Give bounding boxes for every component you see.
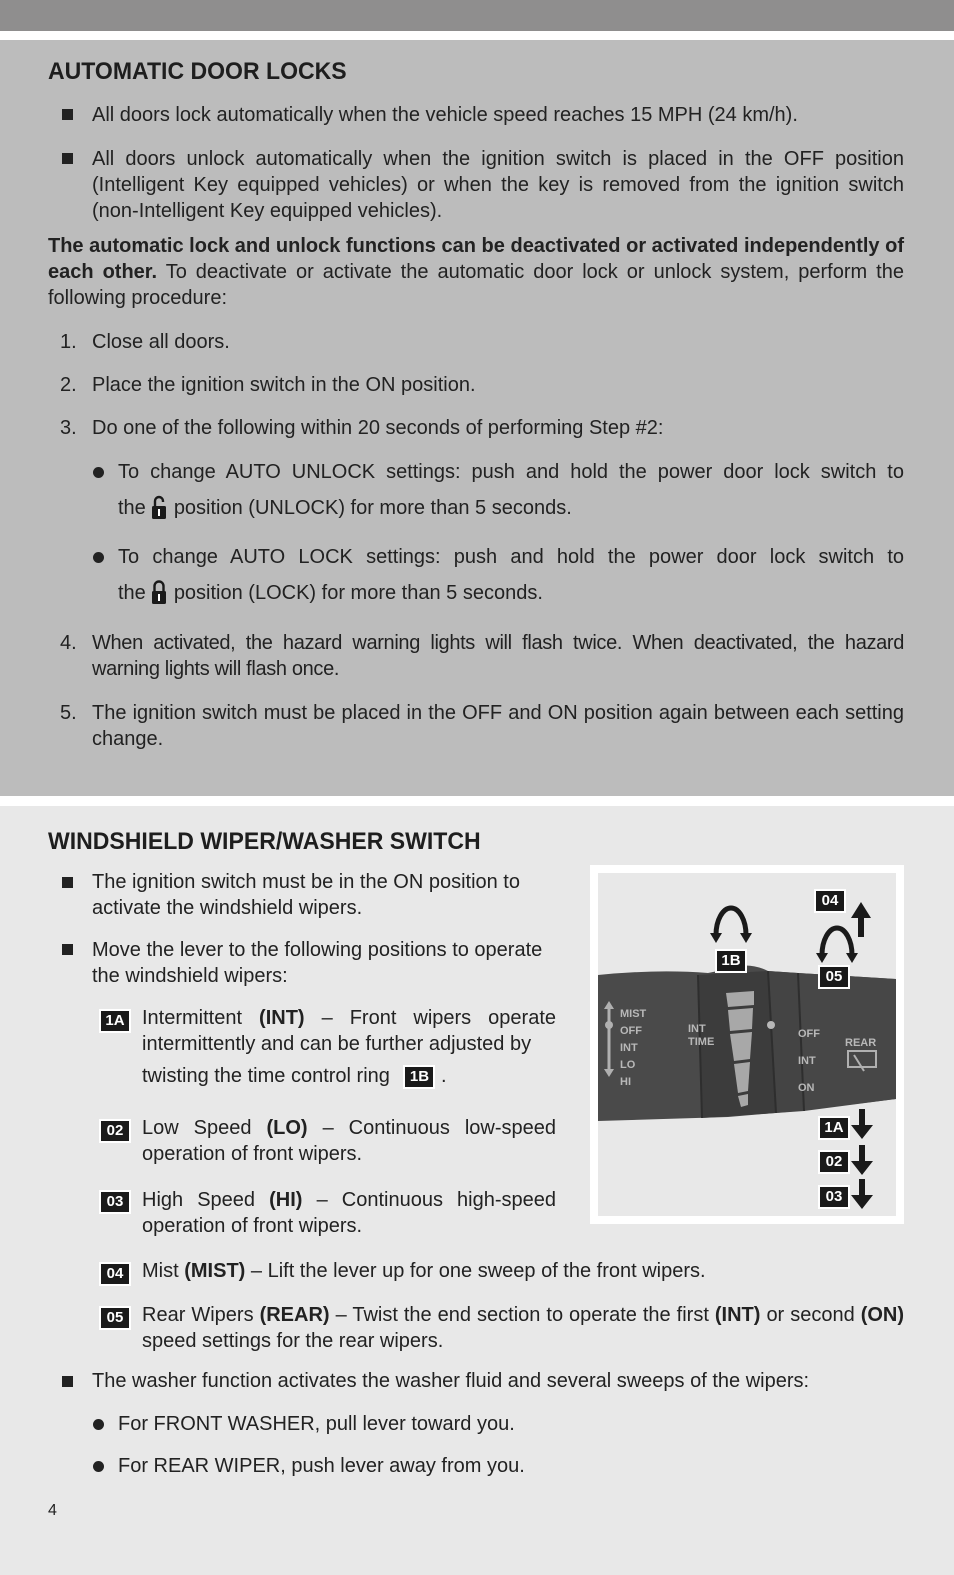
item-text: or second	[766, 1304, 855, 1326]
wiper-lever-figure: MIST OFF INT LO HI INT TIME OFF INT ON R…	[590, 865, 904, 1224]
ring-labels: INT TIME	[688, 1023, 714, 1049]
label-time: TIME	[688, 1036, 715, 1048]
bullet-square	[62, 153, 73, 164]
intro-text: To deactivate or activate the automatic …	[48, 261, 904, 309]
label-off: OFF	[798, 1028, 820, 1040]
wiper-item-lo: Low Speed (LO) – Continuous low-speed op…	[142, 1115, 556, 1167]
badge-1b-ref: 1B	[403, 1065, 436, 1089]
step-text: Place the ignition switch in the ON posi…	[92, 374, 476, 396]
item-label: High Speed	[142, 1189, 256, 1211]
bullet-text: All doors lock automatically when the ve…	[92, 104, 798, 126]
step-number: 1.	[60, 331, 77, 353]
rear-position-labels: OFF INT ON	[798, 1021, 820, 1102]
item-label: Intermittent	[142, 1007, 243, 1029]
item-bold: (INT)	[714, 1304, 761, 1326]
figure-badge-03: 03	[818, 1185, 850, 1209]
bullet-text: The ignition switch must be in the ON po…	[92, 871, 520, 919]
label-hi: HI	[620, 1076, 631, 1088]
step-number: 5.	[60, 702, 77, 724]
item-bold: (REAR)	[259, 1304, 330, 1326]
badge-02: 02	[99, 1119, 131, 1143]
label-on: ON	[798, 1082, 815, 1094]
bullet-text: Move the lever to the following position…	[92, 939, 543, 987]
bullet-dot	[93, 552, 104, 563]
item-text: twisting the time control ring	[142, 1065, 390, 1087]
wiper-item-mist: Mist (MIST) – Lift the lever up for one …	[142, 1258, 904, 1284]
label-int: INT	[688, 1023, 706, 1035]
washer-bullet: For REAR WIPER, push lever away from you…	[118, 1455, 525, 1477]
badge-04: 04	[99, 1262, 131, 1286]
wiper-lever-image: MIST OFF INT LO HI INT TIME OFF INT ON R…	[598, 873, 896, 1216]
page-header-bar	[0, 0, 954, 31]
label-rear: REAR	[845, 1037, 877, 1049]
step-number: 3.	[60, 417, 77, 439]
wiper-item-rear: Rear Wipers (REAR) – Twist the end secti…	[142, 1302, 904, 1354]
figure-badge-1a: 1A	[818, 1116, 850, 1140]
lock-icon	[150, 579, 168, 605]
badge-1a: 1A	[99, 1009, 131, 1033]
sub-bullet-line2: the position (LOCK) for more than 5 secon…	[118, 579, 904, 606]
item-bold: (ON)	[860, 1304, 905, 1326]
sub-bullet-line2: the position (UNLOCK) for more than 5 sec…	[118, 494, 904, 521]
sub-bullet-text: To change AUTO LOCK settings: push and h…	[118, 546, 904, 568]
wiper-item-int: Intermittent (INT) – Front wipers operat…	[142, 1005, 556, 1057]
figure-badge-04: 04	[814, 889, 846, 913]
bullet-square	[62, 944, 73, 955]
wiper-item-int-line3: twisting the time control ring 1B .	[142, 1063, 556, 1089]
item-bold: (INT)	[259, 1007, 305, 1029]
item-bold: (LO)	[266, 1117, 308, 1139]
figure-badge-05: 05	[818, 965, 850, 989]
bullet-dot	[93, 1461, 104, 1472]
text-post: position (LOCK) for more than 5 seconds.	[173, 582, 543, 604]
section-title-wiper: WINDSHIELD WIPER/WASHER SWITCH	[48, 828, 481, 855]
bullet-dot	[93, 1419, 104, 1430]
section-title-door-locks: AUTOMATIC DOOR LOCKS	[48, 58, 347, 85]
lever-position-labels: MIST OFF INT LO HI	[620, 1006, 646, 1091]
item-label: Rear Wipers	[142, 1304, 254, 1326]
bullet-square	[62, 877, 73, 888]
item-text: – Lift the lever up for one sweep of the…	[250, 1260, 706, 1282]
wiper-item-hi: High Speed (HI) – Continuous high-speed …	[142, 1187, 556, 1239]
step-text: When activated, the hazard warning light…	[92, 632, 904, 680]
step-text: Do one of the following within 20 second…	[92, 417, 664, 439]
badge-05: 05	[99, 1306, 131, 1330]
item-tail: .	[441, 1065, 447, 1087]
text-the: the	[118, 582, 146, 604]
step-text: The ignition switch must be placed in th…	[92, 702, 904, 750]
bullet-text: The washer function activates the washer…	[92, 1370, 810, 1392]
intro-paragraph: The automatic lock and unlock functions …	[48, 233, 904, 311]
label-off: OFF	[620, 1025, 642, 1037]
label-lo: LO	[620, 1059, 636, 1071]
item-text: – Twist the end section to operate the f…	[335, 1304, 709, 1326]
label-int: INT	[620, 1042, 638, 1054]
item-bold: (MIST)	[184, 1260, 246, 1282]
figure-badge-02: 02	[818, 1150, 850, 1174]
label-mist: MIST	[620, 1008, 647, 1020]
sub-bullet-text: To change AUTO UNLOCK settings: push and…	[118, 461, 904, 483]
bullet-text: All doors unlock automatically when the …	[92, 148, 904, 222]
bullet-square	[62, 109, 73, 120]
bullet-square	[62, 1376, 73, 1387]
bullet-dot	[93, 467, 104, 478]
washer-bullet: For FRONT WASHER, pull lever toward you.	[118, 1413, 515, 1435]
step-text: Close all doors.	[92, 331, 230, 353]
badge-03: 03	[99, 1190, 131, 1214]
step-number: 2.	[60, 374, 77, 396]
item-label: Mist	[142, 1260, 179, 1282]
label-int: INT	[798, 1055, 816, 1067]
text-the: the	[118, 497, 146, 519]
step-number: 4.	[60, 632, 77, 654]
page-number: 4	[48, 1502, 57, 1519]
figure-badge-1b: 1B	[715, 949, 747, 973]
unlock-icon	[150, 494, 168, 520]
item-label: Low Speed	[142, 1117, 252, 1139]
text-post: position (UNLOCK) for more than 5 second…	[173, 497, 572, 519]
item-bold: (HI)	[269, 1189, 303, 1211]
item-text: speed settings for the rear wipers.	[142, 1330, 444, 1352]
